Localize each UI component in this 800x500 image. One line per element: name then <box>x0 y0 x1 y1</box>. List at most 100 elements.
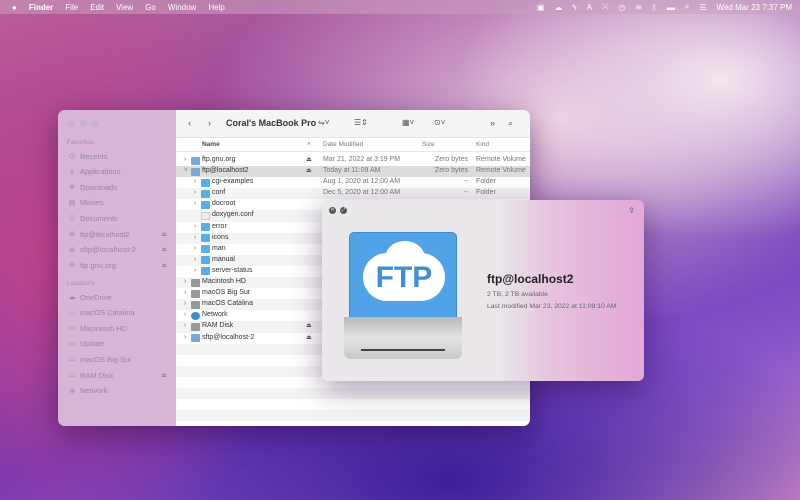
toolbar: ‹ › Coral's MacBook Pro ⇋˅ ☰⇕ ▦˅ ⊙˅ » ⌕ <box>176 110 530 138</box>
sidebar-item[interactable]: ◷ Recents <box>67 150 167 162</box>
table-row[interactable]: › cgi-examples Aug 1, 2020 at 12:00 AM -- Fo… <box>176 177 530 188</box>
chevron-right-icon[interactable]: › <box>184 278 186 285</box>
download-icon: ⊕ <box>69 184 75 192</box>
folder-icon <box>201 200 210 209</box>
action-menu-icon[interactable]: ⊙˅ <box>434 118 445 127</box>
row-kind: Folder <box>476 189 496 197</box>
status-cloud-icon[interactable]: ☁ <box>554 3 562 12</box>
menu-finder[interactable]: Finder <box>29 3 53 12</box>
empty-row <box>176 399 530 410</box>
fullscreen-icon[interactable]: ⤢ <box>340 207 347 214</box>
input-source-icon[interactable]: A <box>587 3 592 12</box>
chevron-right-icon[interactable]: › <box>184 300 186 307</box>
sort-chevron-icon: ˄ <box>307 141 311 148</box>
chevron-right-icon[interactable]: › <box>184 322 186 329</box>
eject-icon[interactable]: ⏏ <box>161 231 167 238</box>
folder-icon <box>201 189 210 198</box>
row-size: Zero bytes <box>434 156 468 163</box>
menu-view[interactable]: View <box>116 3 133 12</box>
row-name: docroot <box>212 200 236 208</box>
sidebar-item[interactable]: ▭ RAM Disk ⏏ <box>67 369 167 381</box>
apple-menu-icon[interactable]: ● <box>12 3 17 12</box>
sidebar-item[interactable]: ⊛ Network <box>67 385 167 397</box>
forward-button[interactable]: › <box>208 118 211 128</box>
chevron-right-icon[interactable]: › <box>184 334 186 341</box>
group-by-icon[interactable]: ▦˅ <box>402 118 414 127</box>
minimize-button[interactable] <box>80 120 87 127</box>
table-row[interactable]: › ftp.gnu.org ⏏ Mar 21, 2022 at 3:19 PM Zero… <box>176 155 530 166</box>
column-name[interactable]: Name <box>202 141 220 148</box>
status-bolt-icon[interactable]: ϟ <box>572 3 576 12</box>
disk-icon <box>191 289 200 298</box>
eject-icon[interactable]: ⏏ <box>161 262 167 269</box>
chevron-right-icon[interactable]: › <box>194 234 196 241</box>
network-volume-icon: ⊜ <box>69 262 75 270</box>
doc-icon: ▯ <box>70 215 74 223</box>
share-icon[interactable]: ⇪ <box>628 206 635 215</box>
eject-icon[interactable]: ⏏ <box>306 167 312 174</box>
disk-icon: ▭ <box>68 309 76 317</box>
view-options-icon[interactable]: ☰⇕ <box>354 118 368 127</box>
chevron-right-icon[interactable]: › <box>194 189 196 196</box>
sidebar-item[interactable]: ▯ Documents <box>67 212 167 224</box>
sidebar-item[interactable]: ▭ macOS Big Sur <box>67 353 167 365</box>
bluetooth-icon[interactable]: ᛒ <box>652 3 657 12</box>
chevron-right-icon[interactable]: › <box>184 289 186 296</box>
chevron-right-icon[interactable]: › <box>184 311 186 318</box>
chevron-right-icon[interactable]: › <box>194 267 196 274</box>
more-toolbar-icon[interactable]: » <box>490 118 495 128</box>
chevron-right-icon[interactable]: › <box>194 256 196 263</box>
menu-help[interactable]: Help <box>208 3 224 12</box>
eject-icon[interactable]: ⏏ <box>161 246 167 253</box>
menu-go[interactable]: Go <box>145 3 156 12</box>
sidebar-item-label: OneDrive <box>80 292 112 302</box>
sidebar-item-label: Network <box>80 386 108 396</box>
back-button[interactable]: ‹ <box>188 118 191 128</box>
sidebar-item-label: ftp@localhost2 <box>80 229 130 239</box>
zoom-button[interactable] <box>92 120 99 127</box>
battery-icon[interactable]: ▬ <box>667 3 675 12</box>
wifi-icon[interactable]: ≋ <box>635 3 642 12</box>
menu-file[interactable]: File <box>65 3 78 12</box>
sidebar-item[interactable]: ▭ Update <box>67 338 167 350</box>
sidebar-item[interactable]: ⊜ sftp@localhost-2 ⏏ <box>67 244 167 256</box>
sidebar-item[interactable]: ⊜ ftp.gnu.org ⏏ <box>67 259 167 271</box>
time-machine-icon[interactable]: ◷ <box>618 3 625 12</box>
menu-edit[interactable]: Edit <box>90 3 104 12</box>
chevron-right-icon[interactable]: › <box>194 245 196 252</box>
sidebar-item[interactable]: ⊕ Downloads <box>67 181 167 193</box>
table-row[interactable]: ˅ ftp@localhost2 ⏏ Today at 11:09 AM Zero by… <box>176 166 530 178</box>
chevron-right-icon[interactable]: › <box>194 200 196 207</box>
table-row[interactable]: › conf Dec 5, 2020 at 12:00 AM -- Folder <box>176 188 530 200</box>
chevron-right-icon[interactable]: › <box>184 156 186 163</box>
eject-icon[interactable]: ⏏ <box>161 372 167 379</box>
sidebar-item[interactable]: ⅄ Applications <box>67 166 167 178</box>
item-capacity: 2 TB, 2 TB available <box>487 291 548 298</box>
row-size: -- <box>463 189 468 197</box>
chevron-down-icon[interactable]: ˅ <box>184 167 188 174</box>
chevron-right-icon[interactable]: › <box>194 223 196 230</box>
sidebar-item[interactable]: ⊜ ftp@localhost2 ⏏ <box>67 228 167 240</box>
status-display-icon[interactable]: ▣ <box>537 3 545 12</box>
close-icon[interactable]: ✕ <box>329 207 336 214</box>
sidebar-item[interactable]: ▤ Movies <box>67 197 167 209</box>
menu-window[interactable]: Window <box>168 3 196 12</box>
ftp-icon-label: FTP <box>375 261 433 294</box>
close-button[interactable] <box>68 120 75 127</box>
chevron-right-icon[interactable]: › <box>194 178 196 185</box>
clock[interactable]: Wed Mar 23 7:37 PM <box>717 3 792 12</box>
eject-icon[interactable]: ⏏ <box>306 322 312 329</box>
status-tool-icon[interactable]: ⤫ <box>602 2 608 12</box>
eject-icon[interactable]: ⏏ <box>306 156 312 163</box>
column-date[interactable]: Date Modified <box>323 141 363 148</box>
sidebar-item[interactable]: ☁ OneDrive <box>67 291 167 303</box>
spotlight-icon[interactable]: ⌕ <box>685 2 689 12</box>
search-icon[interactable]: ⌕ <box>508 118 513 129</box>
column-size[interactable]: Size <box>422 141 435 148</box>
column-kind[interactable]: Kind <box>476 141 489 148</box>
sidebar-item[interactable]: ▭ Macintosh HD <box>67 322 167 334</box>
control-center-icon[interactable]: ☰ <box>699 3 706 12</box>
path-menu-icon[interactable]: ⇋˅ <box>318 118 329 127</box>
eject-icon[interactable]: ⏏ <box>306 334 312 341</box>
sidebar-item[interactable]: ▭ macOS Catalina <box>67 307 167 319</box>
